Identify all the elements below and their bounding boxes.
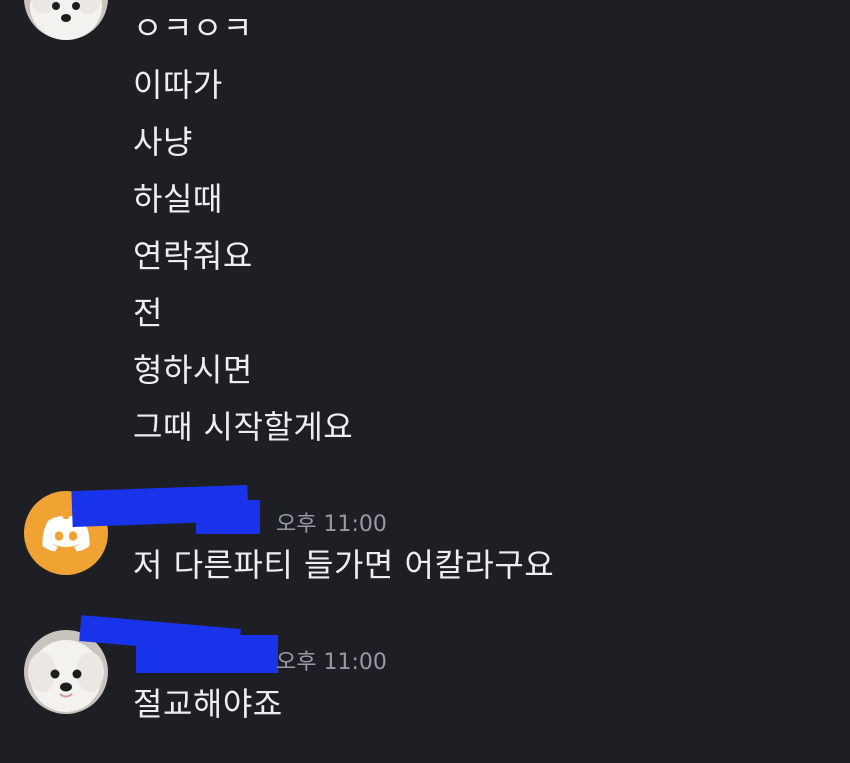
message-line: 하실때 xyxy=(133,180,223,218)
white-dog-avatar-icon xyxy=(24,0,108,40)
message-line: 저 다른파티 들가면 어칼라구요 xyxy=(133,546,555,584)
message-line: 연락줘요 xyxy=(133,237,253,275)
message-line: 이따가 xyxy=(133,66,223,104)
chat-message-list: ㅇㅋㅇㅋ 이따가 사냥 하실때 연락줘요 전 형하시면 그때 시작할게요 오후 … xyxy=(0,0,850,763)
message-line: 절교해야죠 xyxy=(133,685,283,723)
message-timestamp: 오후 11:00 xyxy=(276,512,387,537)
user-avatar[interactable] xyxy=(24,0,108,40)
white-dog-avatar-icon xyxy=(24,630,108,714)
message-line: ㅇㅋㅇㅋ xyxy=(133,9,253,47)
message-timestamp: 오후 11:00 xyxy=(276,650,387,675)
message-line: 형하시면 xyxy=(133,351,253,389)
message-line: 전 xyxy=(133,294,163,332)
redacted-username xyxy=(196,500,260,534)
message-line: 그때 시작할게요 xyxy=(133,408,354,446)
redacted-username xyxy=(136,635,278,673)
message-line: 사냥 xyxy=(133,123,193,161)
user-avatar[interactable] xyxy=(24,630,108,714)
